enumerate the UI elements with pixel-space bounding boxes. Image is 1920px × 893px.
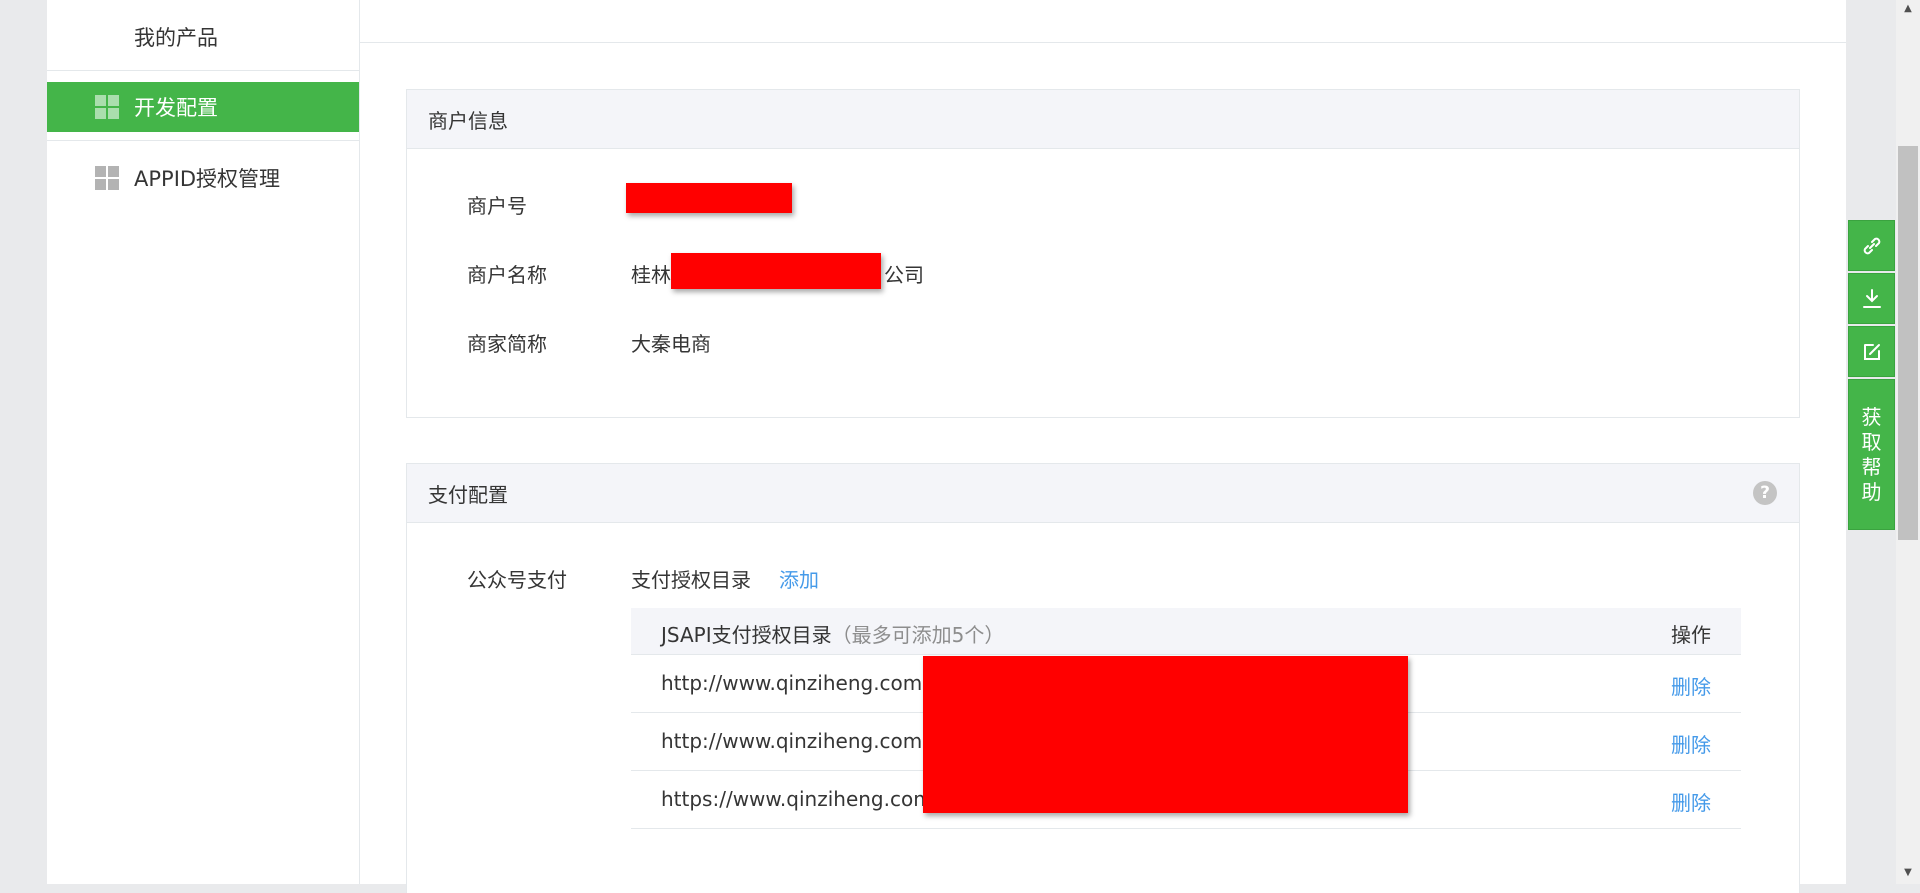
scrollbar-thumb[interactable] [1898, 146, 1918, 540]
help-char: 获 [1861, 404, 1882, 429]
pay-dir-label: 支付授权目录 [631, 568, 751, 592]
help-char: 取 [1861, 429, 1882, 454]
scroll-up-icon[interactable]: ▲ [1898, 2, 1918, 16]
download-icon [1862, 288, 1881, 308]
payment-config-header: 支付配置 ? [407, 464, 1799, 523]
official-account-pay-label: 公众号支付 [467, 568, 567, 592]
redaction-box [671, 253, 881, 289]
merchant-id-label: 商户号 [467, 194, 527, 218]
link-icon [1863, 237, 1880, 254]
merchant-info-header: 商户信息 [407, 90, 1799, 149]
grid-icon [95, 166, 119, 190]
sidebar-item-my-products[interactable]: 我的产品 [47, 12, 359, 62]
sidebar-item-label: 我的产品 [134, 26, 218, 50]
merchant-short-name-label: 商家简称 [467, 332, 547, 356]
question-icon[interactable]: ? [1753, 481, 1777, 505]
sidebar-item-appid-auth[interactable]: APPID授权管理 [47, 153, 359, 203]
delete-link[interactable]: 删除 [1671, 787, 1711, 816]
help-char: 助 [1861, 479, 1882, 504]
dir-url: https://www.qinziheng.com [661, 787, 933, 811]
sidebar-divider [47, 140, 359, 141]
scroll-down-icon[interactable]: ▼ [1898, 866, 1918, 880]
add-link[interactable]: 添加 [779, 564, 819, 593]
sidebar-item-dev-config[interactable]: 开发配置 [47, 82, 359, 132]
sidebar-item-label: 开发配置 [134, 96, 218, 120]
grid-icon [95, 95, 119, 119]
panel-title: 支付配置 [428, 482, 508, 507]
help-char: 帮 [1861, 454, 1882, 479]
dir-url: http://www.qinziheng.com [661, 671, 923, 695]
jsapi-dir-table: JSAPI支付授权目录（最多可添加5个） 操作 http://www.qinzi… [631, 608, 1741, 829]
panel-title: 商户信息 [428, 108, 508, 133]
sidebar-item-label: APPID授权管理 [134, 167, 281, 191]
table-header: JSAPI支付授权目录（最多可添加5个） 操作 [631, 608, 1741, 655]
payment-config-panel: 支付配置 ? 公众号支付 支付授权目录 添加 JSAPI支付授权目录（最多可添加… [406, 463, 1800, 893]
merchant-info-panel: 商户信息 商户号 商户名称 桂林 公司 商家简称 大秦电商 [406, 89, 1800, 418]
merchant-short-name-value: 大秦电商 [631, 332, 711, 356]
top-divider [360, 42, 1846, 43]
sidebar-divider [47, 70, 359, 71]
edit-button[interactable] [1848, 326, 1895, 377]
merchant-name-prefix: 桂林 [631, 263, 671, 287]
main-content: 商户信息 商户号 商户名称 桂林 公司 商家简称 大秦电商 支付配置 ? 公众号… [360, 0, 1846, 893]
link-button[interactable] [1848, 220, 1895, 271]
table-header-title: JSAPI支付授权目录（最多可添加5个） [661, 619, 1004, 648]
header-hint: （最多可添加5个） [831, 623, 1005, 647]
delete-link[interactable]: 删除 [1671, 729, 1711, 758]
edit-icon [1863, 343, 1880, 360]
header-text: JSAPI支付授权目录 [661, 623, 832, 647]
merchant-name-suffix: 公司 [884, 263, 924, 287]
download-button[interactable] [1848, 273, 1895, 324]
redaction-box [923, 656, 1408, 813]
dir-url: http://www.qinziheng.com [661, 729, 923, 753]
table-header-action: 操作 [1671, 623, 1711, 647]
get-help-button[interactable]: 获 取 帮 助 [1848, 379, 1895, 530]
redaction-box [626, 183, 792, 213]
delete-link[interactable]: 删除 [1671, 671, 1711, 700]
sidebar: 我的产品 开发配置 APPID授权管理 [47, 0, 360, 884]
merchant-name-label: 商户名称 [467, 263, 547, 287]
